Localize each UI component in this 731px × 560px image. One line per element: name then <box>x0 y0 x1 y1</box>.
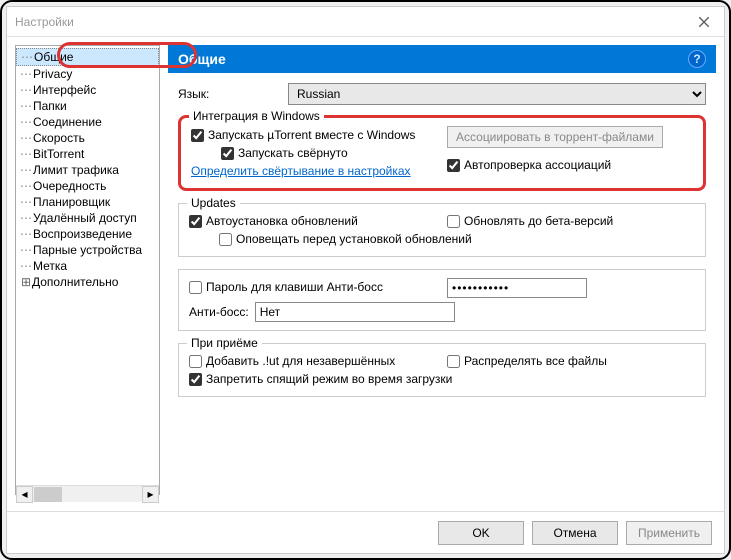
start-minimized-checkbox[interactable] <box>221 147 234 160</box>
notify-updates-checkbox[interactable] <box>219 233 232 246</box>
update-beta-checkbox[interactable] <box>447 215 460 228</box>
autocheck-assoc-label: Автопроверка ассоциаций <box>464 158 611 172</box>
append-ut-checkbox[interactable] <box>189 355 202 368</box>
sidebar-tree[interactable]: ⋯Общие ⋯Privacy ⋯Интерфейс ⋯Папки ⋯Соеди… <box>15 45 160 495</box>
scroll-right-button[interactable]: ▸ <box>142 486 159 496</box>
auto-install-updates-label: Автоустановка обновлений <box>206 214 358 228</box>
update-beta-label: Обновлять до бета-версий <box>464 214 613 228</box>
sidebar-item-bittorrent[interactable]: ⋯BitTorrent <box>16 146 159 162</box>
sidebar-item-interface[interactable]: ⋯Интерфейс <box>16 82 159 98</box>
updates-group: Updates Автоустановка обновлений Обновля… <box>178 203 706 257</box>
windows-integration-group: Интеграция в Windows Запускать µTorrent … <box>178 115 706 191</box>
boss-password-checkbox[interactable] <box>189 281 202 294</box>
notify-updates-label: Оповещать перед установкой обновлений <box>236 232 472 246</box>
start-with-windows-checkbox[interactable] <box>191 129 204 142</box>
page-title: Общие <box>178 51 226 67</box>
sidebar-item-advanced[interactable]: ⊞Дополнительно <box>16 274 159 290</box>
preallocate-label: Распределять все файлы <box>464 354 607 368</box>
start-with-windows-label: Запускать µTorrent вместе с Windows <box>208 128 415 142</box>
updates-legend: Updates <box>187 196 240 210</box>
sidebar-item-folders[interactable]: ⋯Папки <box>16 98 159 114</box>
prevent-sleep-label: Запретить спящий режим во время загрузки <box>206 372 452 386</box>
integration-legend: Интеграция в Windows <box>189 109 324 123</box>
dialog-footer: OK Отмена Применить <box>7 511 724 553</box>
append-ut-label: Добавить .!ut для незавершённых <box>206 354 395 368</box>
boss-password-label: Пароль для клавиши Анти-босс <box>206 280 383 294</box>
boss-hotkey-label: Анти-босс: <box>189 305 249 319</box>
titlebar: Настройки <box>7 7 724 37</box>
sidebar-item-traffic-limit[interactable]: ⋯Лимит трафика <box>16 162 159 178</box>
close-icon <box>699 17 709 27</box>
scroll-left-button[interactable]: ◂ <box>16 486 33 496</box>
apply-button[interactable]: Применить <box>626 521 712 545</box>
boss-password-input[interactable] <box>447 278 587 298</box>
autocheck-assoc-checkbox[interactable] <box>447 159 460 172</box>
sidebar-item-connection[interactable]: ⋯Соединение <box>16 114 159 130</box>
sidebar-item-scheduler[interactable]: ⋯Планировщик <box>16 194 159 210</box>
expand-icon[interactable]: ⊞ <box>20 275 32 289</box>
override-minimize-link[interactable]: Определить свёртывание в настройках <box>191 164 411 178</box>
help-button[interactable]: ? <box>688 50 706 68</box>
sidebar-item-paired[interactable]: ⋯Парные устройства <box>16 242 159 258</box>
sidebar-item-playback[interactable]: ⋯Воспроизведение <box>16 226 159 242</box>
boss-hotkey-input[interactable] <box>255 302 455 322</box>
prevent-sleep-checkbox[interactable] <box>189 373 202 386</box>
sidebar-item-label[interactable]: ⋯Метка <box>16 258 159 274</box>
sidebar-item-speed[interactable]: ⋯Скорость <box>16 130 159 146</box>
language-label: Язык: <box>178 87 278 101</box>
sidebar-item-queue[interactable]: ⋯Очередность <box>16 178 159 194</box>
close-button[interactable] <box>692 10 716 34</box>
boss-key-group: Пароль для клавиши Анти-босс Анти-босс: <box>178 269 706 331</box>
settings-window: Настройки ⋯Общие ⋯Privacy ⋯Интерфейс ⋯Па… <box>6 6 725 554</box>
horizontal-scrollbar[interactable]: ◂ ▸ <box>16 485 159 495</box>
start-minimized-label: Запускать свёрнуто <box>238 146 348 160</box>
associate-torrents-button[interactable]: Ассоциировать в торрент-файлами <box>447 126 663 148</box>
content-header: Общие ? <box>168 45 716 73</box>
cancel-button[interactable]: Отмена <box>532 521 618 545</box>
sidebar-item-general[interactable]: ⋯Общие <box>16 48 159 66</box>
download-legend: При приёме <box>187 336 262 350</box>
auto-install-updates-checkbox[interactable] <box>189 215 202 228</box>
preallocate-checkbox[interactable] <box>447 355 460 368</box>
window-title: Настройки <box>15 15 74 29</box>
sidebar-item-privacy[interactable]: ⋯Privacy <box>16 66 159 82</box>
download-group: При приёме Добавить .!ut для незавершённ… <box>178 343 706 397</box>
sidebar-item-remote[interactable]: ⋯Удалённый доступ <box>16 210 159 226</box>
ok-button[interactable]: OK <box>438 521 524 545</box>
language-select[interactable]: Russian <box>288 83 706 105</box>
scroll-thumb[interactable] <box>34 487 62 496</box>
